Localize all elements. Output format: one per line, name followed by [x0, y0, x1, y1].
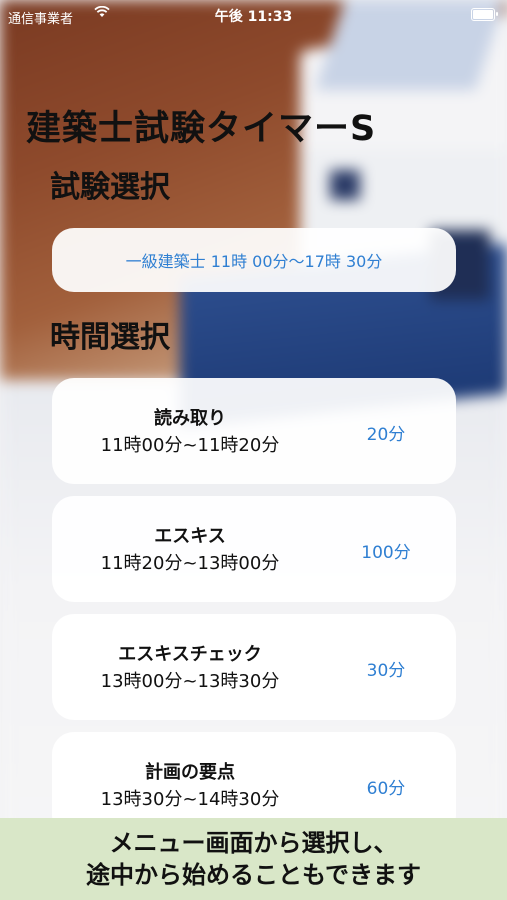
time-item-range: 11時00分~11時20分: [100, 435, 280, 456]
time-item-esquisse-check[interactable]: エスキスチェック 13時00分~13時30分 30分: [52, 614, 456, 720]
exam-select-button[interactable]: 一級建築士 11時 00分〜17時 30分: [52, 228, 456, 292]
time-item-duration: 100分: [361, 543, 411, 563]
time-section-title: 時間選択: [50, 320, 170, 355]
app-title: 建築士試験タイマーS: [26, 109, 377, 149]
exam-section-title: 試験選択: [50, 170, 170, 205]
time-item-duration: 60分: [366, 779, 406, 799]
exam-select-label: 一級建築士 11時 00分〜17時 30分: [125, 252, 383, 271]
time-item-name: 読み取り: [154, 408, 226, 429]
banner-line-2: 途中から始めることもできます: [85, 861, 422, 889]
promo-banner: メニュー画面から選択し、 途中から始めることもできます: [0, 818, 507, 900]
time-item-name: 計画の要点: [145, 762, 235, 783]
time-item-range: 11時20分~13時00分: [100, 553, 280, 574]
time-item-duration: 30分: [366, 661, 406, 681]
time-item-name: エスキスチェック: [118, 644, 262, 665]
status-bar: 通信事業者 午後 11:33: [0, 0, 507, 30]
battery-icon: [471, 8, 498, 21]
time-item-esquisse[interactable]: エスキス 11時20分~13時00分 100分: [52, 496, 456, 602]
banner-line-1: メニュー画面から選択し、: [109, 829, 398, 857]
clock: 午後 11:33: [214, 9, 293, 25]
time-item-name: エスキス: [154, 526, 226, 547]
time-item-reading[interactable]: 読み取り 11時00分~11時20分 20分: [52, 378, 456, 484]
time-item-duration: 20分: [366, 425, 406, 445]
time-item-range: 13時30分~14時30分: [100, 789, 280, 810]
time-item-range: 13時00分~13時30分: [100, 671, 280, 692]
